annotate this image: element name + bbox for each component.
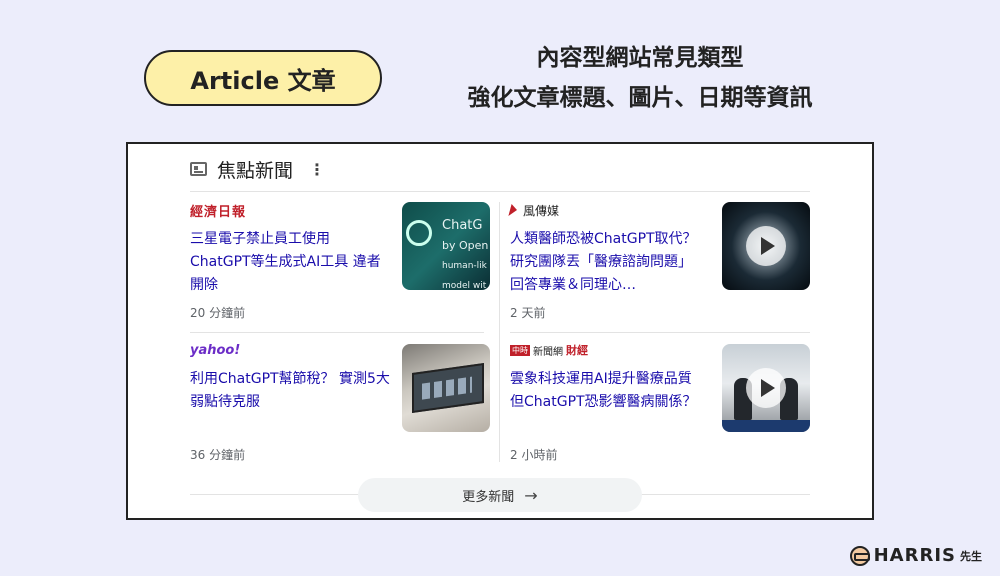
caption-bar <box>722 420 810 432</box>
news-thumbnail[interactable] <box>402 344 490 432</box>
top-stories-panel: 焦點新聞 ⋮ 經濟日報 三星電子禁止員工使用ChatGPT等生成式AI工具 違者… <box>126 142 874 520</box>
play-icon[interactable] <box>746 226 786 266</box>
news-thumbnail[interactable] <box>722 344 810 432</box>
panel-title: 焦點新聞 <box>217 159 294 182</box>
openai-logo-icon <box>406 220 432 246</box>
storm-media-logo-icon <box>508 204 519 216</box>
source-label: yahoo! <box>190 342 390 358</box>
headline-line-1: 內容型網站常見類型 <box>536 45 744 71</box>
column-divider <box>499 202 500 462</box>
news-thumbnail[interactable]: ChatG by Open human-lik model wit <box>402 202 490 290</box>
source-name: 新聞網 <box>533 346 563 358</box>
brand-name: HARRIS <box>873 545 956 566</box>
news-card[interactable]: 中時 新聞網 財經 雲象科技運用AI提升醫療品質 但ChatGPT恐影響醫病關係… <box>510 342 704 414</box>
source-name: 風傳媒 <box>523 203 560 218</box>
source-name: 經濟日報 <box>190 204 247 220</box>
newspaper-icon <box>190 162 207 176</box>
panel-header: 焦點新聞 ⋮ <box>190 154 325 184</box>
header-divider <box>190 191 810 192</box>
laptop-image <box>412 362 484 414</box>
source-section: 財經 <box>566 344 588 357</box>
more-news-label: 更多新聞 <box>462 489 515 505</box>
news-time: 36 分鐘前 <box>190 448 246 462</box>
arrow-right-icon: → <box>524 485 538 505</box>
brand-logo: HARRIS 先生 <box>849 545 982 566</box>
more-news-button[interactable]: 更多新聞 → <box>358 478 642 512</box>
news-time: 20 分鐘前 <box>190 306 246 320</box>
news-title[interactable]: 人類醫師恐被ChatGPT取代？研究團隊丟「醫療諮詢問題」 回答專業＆同理心… <box>510 228 704 297</box>
thumbnail-text: ChatG by Open human-lik model wit <box>442 218 489 290</box>
source-label: 經濟日報 <box>190 202 390 220</box>
news-card[interactable]: 風傳媒 人類醫師恐被ChatGPT取代？研究團隊丟「醫療諮詢問題」 回答專業＆同… <box>508 202 704 297</box>
row-divider-left <box>190 332 484 333</box>
play-icon[interactable] <box>746 368 786 408</box>
headline: 內容型網站常見類型 強化文章標題、圖片、日期等資訊 <box>410 38 870 118</box>
source-name: yahoo! <box>190 342 241 358</box>
row-divider-right <box>510 332 810 333</box>
news-card[interactable]: 經濟日報 三星電子禁止員工使用ChatGPT等生成式AI工具 違者開除 <box>190 202 390 297</box>
news-title[interactable]: 三星電子禁止員工使用ChatGPT等生成式AI工具 違者開除 <box>190 228 390 297</box>
news-title[interactable]: 利用ChatGPT幫節稅？ 實測5大弱點待克服 <box>190 368 390 414</box>
news-thumbnail[interactable] <box>722 202 810 290</box>
news-title[interactable]: 雲象科技運用AI提升醫療品質 但ChatGPT恐影響醫病關係？ <box>510 368 704 414</box>
brand-suffix: 先生 <box>960 549 982 563</box>
headline-line-2: 強化文章標題、圖片、日期等資訊 <box>467 85 813 111</box>
avatar-icon <box>849 545 870 566</box>
article-badge: Article 文章 <box>144 50 382 106</box>
news-time: 2 天前 <box>510 306 546 320</box>
source-logo-icon: 中時 <box>510 344 530 356</box>
source-label: 中時 新聞網 財經 <box>510 342 704 358</box>
more-options-icon[interactable]: ⋮ <box>309 160 325 179</box>
news-time: 2 小時前 <box>510 448 558 462</box>
source-label: 風傳媒 <box>508 202 704 218</box>
news-card[interactable]: yahoo! 利用ChatGPT幫節稅？ 實測5大弱點待克服 <box>190 342 390 414</box>
